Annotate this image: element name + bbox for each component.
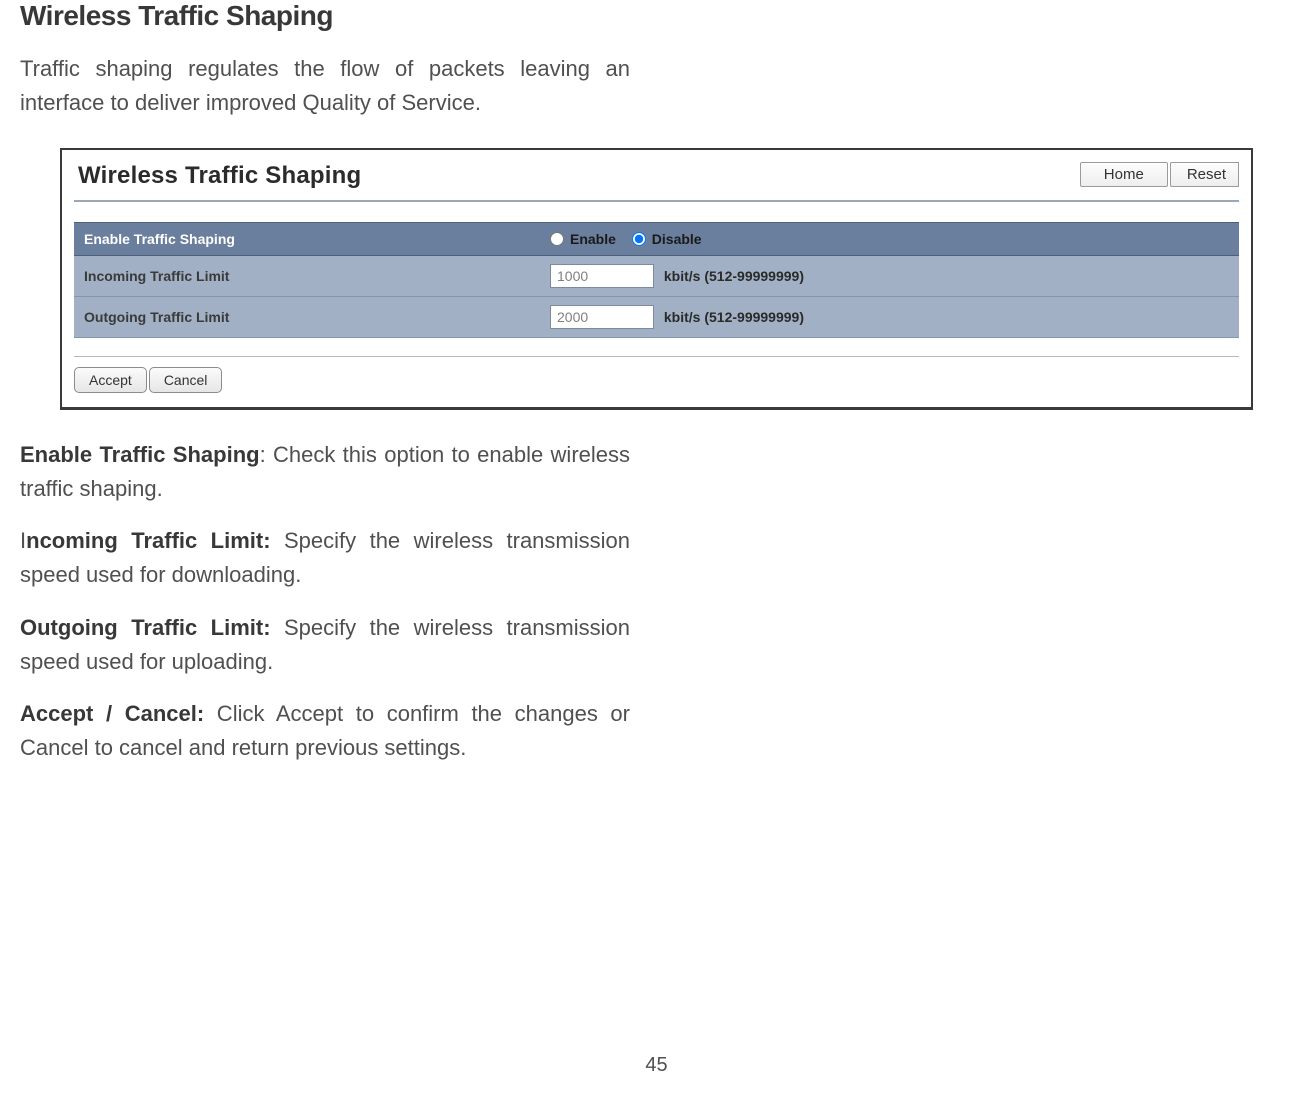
definition-enable-traffic-shaping: Enable Traffic Shaping: Check this optio… bbox=[20, 438, 630, 506]
definition-outgoing-limit: Outgoing Traffic Limit: Specify the wire… bbox=[20, 611, 630, 679]
label-enable-traffic-shaping: Enable Traffic Shaping bbox=[74, 223, 540, 256]
radio-disable[interactable] bbox=[632, 232, 646, 246]
settings-panel: Wireless Traffic Shaping Home Reset Enab… bbox=[60, 148, 1253, 410]
label-outgoing-limit: Outgoing Traffic Limit bbox=[74, 297, 540, 338]
label-incoming-limit: Incoming Traffic Limit bbox=[74, 256, 540, 297]
divider bbox=[74, 356, 1239, 357]
term: Enable Traffic Shaping bbox=[20, 442, 260, 467]
intro-paragraph: Traffic shaping regulates the flow of pa… bbox=[20, 52, 630, 120]
incoming-limit-input[interactable] bbox=[550, 264, 654, 288]
definition-accept-cancel: Accept / Cancel: Click Accept to confirm… bbox=[20, 697, 630, 765]
settings-table: Enable Traffic Shaping Enable Disable In… bbox=[74, 222, 1239, 338]
radio-disable-label: Disable bbox=[652, 231, 702, 247]
row-enable-traffic-shaping: Enable Traffic Shaping Enable Disable bbox=[74, 223, 1239, 256]
reset-button[interactable]: Reset bbox=[1170, 162, 1239, 187]
term: Outgoing Traffic Limit: bbox=[20, 615, 271, 640]
divider bbox=[74, 200, 1239, 202]
incoming-limit-unit: kbit/s (512-99999999) bbox=[664, 268, 804, 284]
cancel-button[interactable]: Cancel bbox=[149, 367, 223, 393]
home-button[interactable]: Home bbox=[1080, 162, 1168, 187]
accept-button[interactable]: Accept bbox=[74, 367, 147, 393]
page-number: 45 bbox=[0, 1054, 1313, 1077]
outgoing-limit-input[interactable] bbox=[550, 305, 654, 329]
term: Accept / Cancel: bbox=[20, 701, 204, 726]
term: ncoming Traffic Limit: bbox=[26, 528, 270, 553]
page-title: Wireless Traffic Shaping bbox=[20, 0, 1293, 32]
row-incoming-limit: Incoming Traffic Limit kbit/s (512-99999… bbox=[74, 256, 1239, 297]
definitions-block: Enable Traffic Shaping: Check this optio… bbox=[20, 438, 630, 765]
radio-enable[interactable] bbox=[550, 232, 564, 246]
row-outgoing-limit: Outgoing Traffic Limit kbit/s (512-99999… bbox=[74, 297, 1239, 338]
radio-enable-label: Enable bbox=[570, 231, 616, 247]
panel-title: Wireless Traffic Shaping bbox=[74, 162, 361, 190]
outgoing-limit-unit: kbit/s (512-99999999) bbox=[664, 309, 804, 325]
definition-incoming-limit: Incoming Traffic Limit: Specify the wire… bbox=[20, 524, 630, 592]
